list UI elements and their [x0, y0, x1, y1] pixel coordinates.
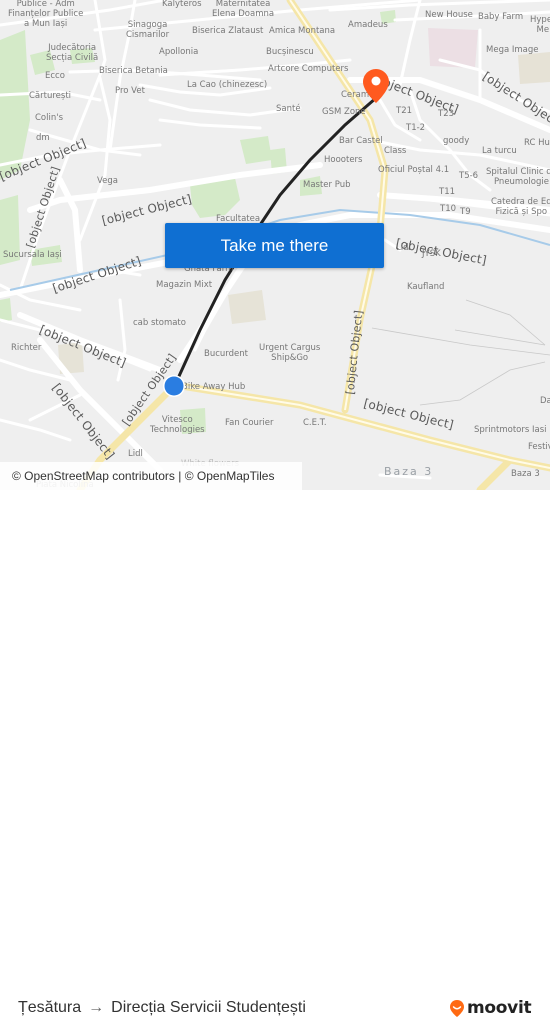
- place-label: Fan Courier: [225, 418, 274, 428]
- place-label: Sprintmotors Iasi: [474, 425, 547, 435]
- place-label: Baza 3: [511, 469, 540, 479]
- place-label: Spitalul Clinic de Pneumologie: [486, 167, 550, 187]
- route-summary: Țesătura → Direcția Servicii Studențești: [18, 999, 306, 1017]
- place-label: Sucursala Iași: [3, 250, 62, 260]
- arrow-right-icon: →: [88, 999, 105, 1016]
- place-label: La turcu: [482, 146, 517, 156]
- origin-location-icon[interactable]: [162, 374, 186, 398]
- place-label: Colin's: [35, 113, 64, 123]
- map-attribution[interactable]: © OpenStreetMap contributors | © OpenMap…: [0, 462, 302, 490]
- place-label: Pro Vet: [115, 86, 145, 96]
- park-area: [0, 30, 30, 180]
- place-label: Biserica Betania: [99, 66, 168, 76]
- place-label: Ecco: [45, 71, 65, 81]
- place-label: C.E.T.: [303, 418, 327, 428]
- place-label: Lidl: [128, 449, 143, 459]
- place-label: T21: [396, 106, 413, 116]
- park-area: [240, 136, 272, 164]
- place-label: Kaufland: [407, 282, 445, 292]
- place-label: Apollonia: [159, 47, 199, 57]
- place-label: Cărturești: [29, 91, 72, 101]
- place-label: Judecătoria Secția Civilă: [46, 43, 99, 63]
- moovit-logo[interactable]: moovit: [449, 998, 532, 1018]
- place-label: Amadeus: [348, 20, 388, 30]
- place-label: New House: [425, 10, 473, 20]
- place-label: Biserica Zlataust: [192, 26, 264, 36]
- road-baza3: [476, 456, 514, 490]
- footer: Țesătura → Direcția Servicii Studențești…: [0, 490, 550, 1018]
- take-me-there-button[interactable]: Take me there: [165, 223, 384, 268]
- place-label: RC Hu: [524, 138, 550, 148]
- place-label: GSM Zone: [322, 107, 366, 117]
- moovit-pin-icon: [450, 999, 464, 1017]
- place-label: Bike Away Hub: [182, 382, 246, 392]
- map-view[interactable]: Publice - Adm Finanțelor Publice a Mun I…: [0, 0, 550, 490]
- place-label: La Cao (chinezesc): [187, 80, 268, 90]
- place-label: Magazin Mixt: [156, 280, 213, 290]
- place-label: Festiv: [528, 442, 550, 452]
- place-label: Sinagoga Cismarilor: [126, 20, 170, 40]
- place-label: T11: [439, 187, 456, 197]
- place-label: Bucurdent: [204, 349, 248, 359]
- place-label: T10: [440, 204, 457, 214]
- place-label: Bar Castel: [339, 136, 383, 146]
- origin-stop: Țesătura: [18, 999, 82, 1016]
- place-label: Mega Image: [486, 45, 539, 55]
- place-label: Hyper Me: [530, 15, 550, 35]
- attribution-text[interactable]: © OpenStreetMap contributors | © OpenMap…: [12, 469, 274, 483]
- place-label: T5-6: [459, 171, 479, 181]
- place-label: Vega: [97, 176, 118, 186]
- industrial-area: [518, 52, 550, 84]
- area-label: Baza 3: [384, 465, 434, 478]
- place-label: T9: [460, 207, 471, 217]
- place-label: T1-2: [406, 123, 426, 133]
- place-label: goody: [443, 136, 470, 146]
- place-label: Class: [384, 146, 407, 156]
- park-area: [0, 298, 12, 322]
- industrial-area: [228, 290, 266, 324]
- place-label: cab stomato: [133, 318, 186, 328]
- brand-name: moovit: [467, 998, 532, 1018]
- place-label: Publice - Adm Finanțelor Publice a Mun I…: [8, 0, 84, 29]
- place-label: Santé: [276, 104, 301, 114]
- destination-stop: Direcția Servicii Studențești: [111, 999, 306, 1016]
- place-label: Oficiul Poștal 4.1: [378, 165, 450, 175]
- place-label: Vitesco Technologies: [150, 415, 205, 435]
- place-label: Richter: [11, 343, 42, 353]
- place-label: Artcore Computers: [268, 64, 349, 74]
- place-label: Master Pub: [303, 180, 351, 190]
- place-label: Catedra de Ed Fizică și Spo: [491, 197, 550, 217]
- place-label: dm: [36, 133, 50, 143]
- place-label: Urgent Cargus Ship&Go: [259, 343, 321, 363]
- place-label: Hoooters: [324, 155, 363, 165]
- place-label: Baby Farm: [478, 12, 524, 22]
- place-label: Maternitatea Elena Doamna: [212, 0, 275, 19]
- destination-pin-icon[interactable]: [362, 68, 390, 104]
- place-label: Amica Montana: [269, 26, 336, 36]
- place-label: Kalyteros: [162, 0, 202, 9]
- place-label: Bucșinescu: [266, 47, 314, 57]
- place-label: Da: [540, 396, 550, 406]
